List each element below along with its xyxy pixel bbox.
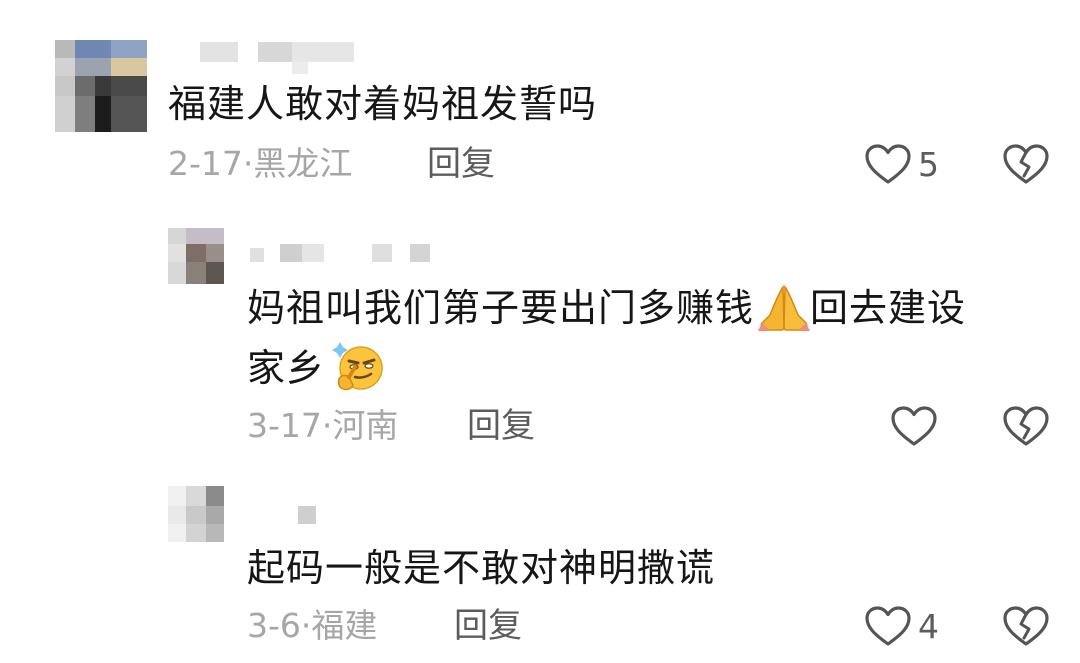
username-pixelated[interactable] [200,42,360,74]
comment-date: 3-6 [247,606,301,645]
like-count: 4 [918,607,939,646]
smirk-thinking-emoji [325,342,383,391]
heart-outline-icon[interactable] [890,405,938,447]
like-count: 5 [918,145,939,184]
comment-text: 妈祖叫我们第子要出门多赚钱 回去建设 [247,285,967,331]
heart-outline-icon[interactable] [864,143,912,185]
comment-meta: 3-17·河南 [247,406,398,446]
avatar[interactable] [168,228,224,284]
reply-button[interactable]: 回复 [427,144,495,184]
folded-hands-emoji [754,285,811,331]
comment-meta: 2-17·黑龙江 [168,144,352,184]
comment-meta: 3-6·福建 [247,606,377,646]
broken-heart-icon[interactable] [1002,405,1050,447]
reply-button[interactable]: 回复 [467,406,535,446]
comment-date: 2-17 [168,144,243,183]
comment-location: 黑龙江 [253,144,353,183]
separator: · [300,606,312,645]
separator: · [321,406,333,445]
avatar[interactable] [168,486,224,542]
broken-heart-icon[interactable] [1002,143,1050,185]
comment-text: 起码一般是不敢对神明撒谎 [247,546,716,590]
comment-date: 3-17 [247,406,322,445]
separator: · [242,144,254,183]
comment-location: 河南 [332,406,399,445]
avatar[interactable] [55,40,147,132]
username-pixelated[interactable] [250,244,440,266]
username-pixelated[interactable] [298,506,338,528]
comment-text-line2: 家乡 [247,342,383,394]
reply-button[interactable]: 回复 [454,606,522,646]
heart-outline-icon[interactable] [864,605,912,647]
comment-text: 福建人敢对着妈祖发誓吗 [168,82,598,126]
comment-location: 福建 [311,606,378,645]
broken-heart-icon[interactable] [1002,605,1050,647]
